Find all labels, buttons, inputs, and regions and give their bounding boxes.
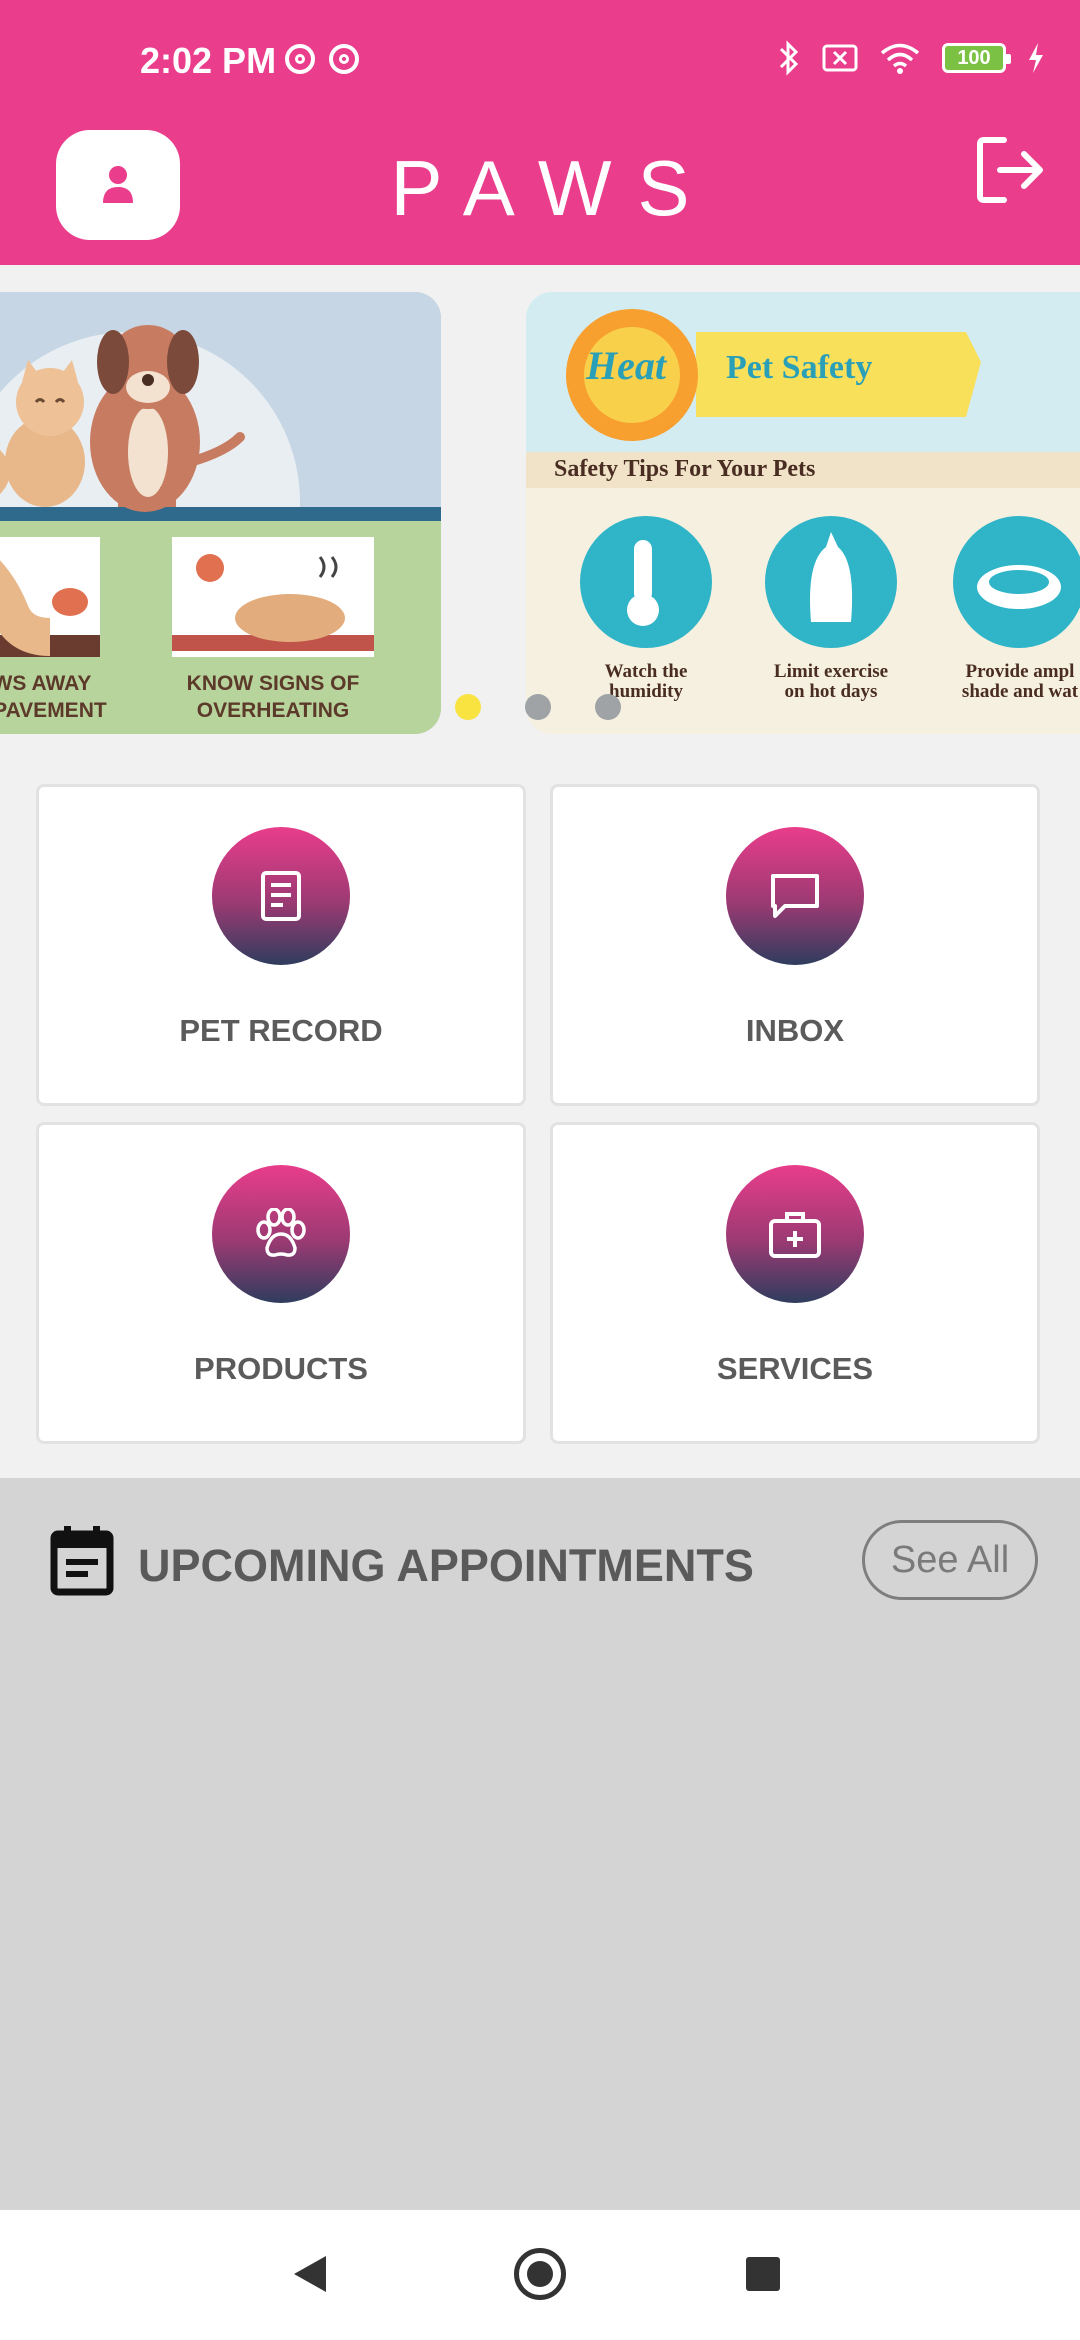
medical-kit-icon <box>769 1212 821 1258</box>
carousel-dot[interactable] <box>525 694 551 720</box>
wifi-icon <box>880 43 920 74</box>
carousel-slide-heat-safety[interactable]: Heat Pet Safety Safety Tips For Your Pet… <box>526 292 1080 734</box>
upcoming-appointments-section: UPCOMING APPOINTMENTS See All <box>0 1478 1080 2210</box>
services-card[interactable]: SERVICES <box>550 1122 1040 1444</box>
pet-safety-banner: Pet Safety <box>726 349 873 386</box>
caption-hot-pavement: EEP PAWS AWAY OM HOT PAVEMENT <box>0 672 107 722</box>
pets-illustration <box>0 292 441 734</box>
paw-icon <box>256 1208 306 1257</box>
status-notification-icons <box>285 44 359 74</box>
inbox-icon-circle <box>726 827 864 965</box>
app-title: PAWS <box>390 144 716 232</box>
tip-exercise: Limit exercise on hot days <box>773 661 889 702</box>
status-system-icons: 100 <box>778 40 1044 76</box>
carousel-slide-pavement[interactable]: EEP PAWS AWAY OM HOT PAVEMENT KNOW SIGNS… <box>0 292 441 734</box>
tip-shade: Provide ampl shade and wat <box>961 661 1079 702</box>
services-icon-circle <box>726 1165 864 1303</box>
system-navigation-bar <box>0 2210 1080 2340</box>
products-label: PRODUCTS <box>194 1351 368 1386</box>
inbox-label: INBOX <box>745 1013 845 1048</box>
sync-icon <box>329 44 359 74</box>
appointments-title: UPCOMING APPOINTMENTS <box>138 1540 754 1591</box>
calendar-icon <box>50 1526 114 1596</box>
services-label: SERVICES <box>716 1351 874 1386</box>
caption-overheating: KNOW SIGNS OF OVERHEATING <box>186 672 360 722</box>
sync-icon <box>285 44 315 74</box>
inbox-card[interactable]: INBOX <box>550 784 1040 1106</box>
carousel-indicator <box>455 694 621 720</box>
document-icon <box>261 871 301 921</box>
bluetooth-icon <box>779 40 799 76</box>
charging-icon <box>1029 43 1043 73</box>
logout-icon <box>977 137 1043 203</box>
logout-button[interactable] <box>970 130 1050 210</box>
carousel-dot-active[interactable] <box>455 694 481 720</box>
products-card[interactable]: PRODUCTS <box>36 1122 526 1444</box>
home-icon[interactable] <box>514 2248 566 2300</box>
pet-record-icon-circle <box>212 827 350 965</box>
app-bar: PAWS <box>0 125 1080 265</box>
battery-indicator: 100 <box>942 43 1011 73</box>
recents-icon[interactable] <box>746 2257 780 2291</box>
status-time: 2:02 PM <box>140 40 277 81</box>
promo-carousel[interactable]: EEP PAWS AWAY OM HOT PAVEMENT KNOW SIGNS… <box>0 292 1080 738</box>
status-bar: 2:02 PM 100 <box>0 0 1080 125</box>
pet-record-card[interactable]: PET RECORD <box>36 784 526 1106</box>
back-icon[interactable] <box>290 2252 330 2296</box>
chat-bubble-icon <box>771 874 819 918</box>
heat-badge: Heat <box>586 343 666 388</box>
no-sim-icon <box>822 44 858 72</box>
see-all-button[interactable]: See All <box>862 1520 1038 1600</box>
carousel-dot[interactable] <box>595 694 621 720</box>
pet-record-label: PET RECORD <box>179 1013 383 1048</box>
safety-subtitle: Safety Tips For Your Pets <box>554 456 816 482</box>
products-icon-circle <box>212 1165 350 1303</box>
